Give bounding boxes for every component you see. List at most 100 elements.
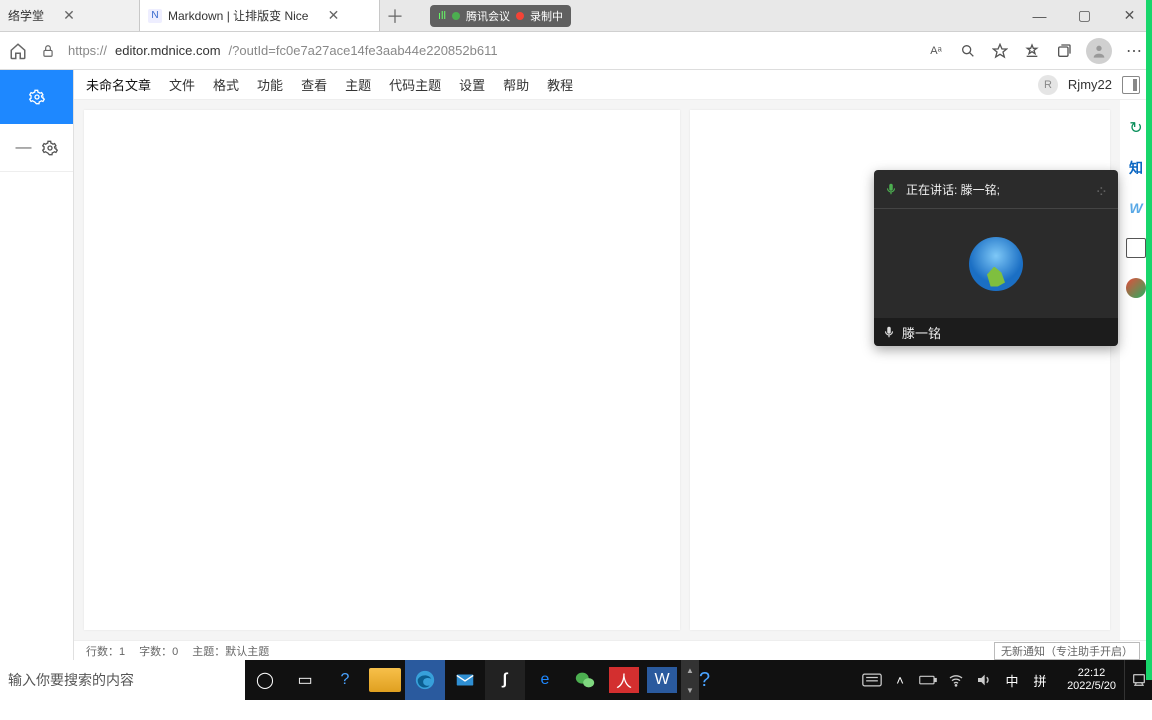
menu-theme[interactable]: 主题: [345, 75, 371, 94]
url-host: editor.mdnice.com: [115, 43, 221, 58]
gear-icon: [42, 140, 58, 156]
menu-settings[interactable]: 设置: [459, 75, 485, 94]
chevron-down-icon[interactable]: ▼: [686, 686, 694, 695]
ime-indicator[interactable]: 中: [999, 660, 1025, 700]
url-path: /?outId=fc0e7a27ace14fe3aab44e220852b611: [229, 43, 498, 58]
app-main: 未命名文章 文件 格式 功能 查看 主题 代码主题 设置 帮助 教程 R Rjm…: [74, 70, 1152, 660]
clock-date: 2022/5/20: [1067, 680, 1116, 693]
mic-icon: [882, 325, 896, 339]
editor-pane[interactable]: [84, 110, 680, 630]
help-icon[interactable]: ?: [325, 660, 365, 700]
lock-icon[interactable]: [38, 41, 58, 61]
user-badge[interactable]: R: [1038, 75, 1058, 95]
status-bar: 行数：1 字数：0 主题：默认主题 无新通知（专注助手开启）: [74, 640, 1152, 660]
status-theme: 主题：默认主题: [192, 643, 269, 659]
help-app-icon[interactable]: ?: [699, 669, 735, 692]
favorite-icon[interactable]: [990, 41, 1010, 61]
signal-icon: ıll: [438, 10, 446, 22]
status-chars: 字数：0: [139, 643, 178, 659]
meeting-float-window[interactable]: 正在讲话: 滕一铭; ⁘ 滕一铭: [874, 170, 1118, 346]
gear-icon: [29, 89, 45, 105]
address-bar-actions: Aᵃ ⋯: [926, 38, 1144, 64]
rail-item[interactable]: —: [0, 124, 73, 172]
panel-toggle-icon[interactable]: [1122, 76, 1140, 94]
meeting-status-pill[interactable]: ıll 腾讯会议 录制中: [430, 5, 571, 27]
collections-icon[interactable]: [1054, 41, 1074, 61]
weibo-icon[interactable]: W: [1126, 198, 1146, 218]
ime-mode[interactable]: 拼: [1027, 660, 1053, 700]
tray-chevron-up-icon[interactable]: ˄: [887, 660, 913, 700]
app-container: — 未命名文章 文件 格式 功能 查看 主题 代码主题 设置 帮助 教程 R R…: [0, 70, 1152, 660]
status-dot-green: [452, 12, 460, 20]
mail-icon[interactable]: [445, 660, 485, 700]
app-icon[interactable]: [1126, 278, 1146, 298]
left-rail: —: [0, 70, 74, 660]
ie-icon[interactable]: e: [525, 660, 565, 700]
username[interactable]: Rjmy22: [1068, 77, 1112, 92]
accent-stripe: [1146, 0, 1152, 680]
menu-view[interactable]: 查看: [301, 75, 327, 94]
app-icon[interactable]: ∫: [485, 660, 525, 700]
zhihu-icon[interactable]: 知: [1126, 158, 1146, 178]
monitor-icon[interactable]: [1126, 238, 1146, 258]
volume-icon[interactable]: [971, 660, 997, 700]
menu-function[interactable]: 功能: [257, 75, 283, 94]
keyboard-icon[interactable]: [859, 660, 885, 700]
chevron-up-icon[interactable]: ▲: [686, 666, 694, 675]
sync-icon[interactable]: ↻: [1126, 118, 1146, 138]
acrobat-icon[interactable]: 人: [609, 667, 639, 693]
edge-icon[interactable]: [405, 660, 445, 700]
new-tab-button[interactable]: ＋: [380, 0, 410, 31]
status-dot-red: [516, 12, 524, 20]
zoom-icon[interactable]: [958, 41, 978, 61]
url-input[interactable]: https:// editor.mdnice.com /?outId=fc0e7a2…: [68, 43, 916, 58]
wifi-icon[interactable]: [943, 660, 969, 700]
meeting-status-label: 录制中: [530, 8, 563, 24]
taskbar-search[interactable]: 输入你要搜索的内容: [0, 660, 245, 700]
reader-icon[interactable]: Aᵃ: [926, 41, 946, 61]
participant-avatar: [969, 237, 1023, 291]
taskbar-clock[interactable]: 22:12 2022/5/20: [1061, 667, 1122, 693]
participant-name: 滕一铭: [902, 323, 941, 342]
tab-title: 络学堂: [8, 7, 44, 24]
url-scheme: https://: [68, 43, 107, 58]
menu-tutorial[interactable]: 教程: [547, 75, 573, 94]
close-icon[interactable]: ✕: [62, 9, 76, 23]
more-icon[interactable]: ⁘: [1095, 182, 1110, 202]
tab-title: Markdown | 让排版变 Nice: [168, 7, 308, 24]
favorites-bar-icon[interactable]: [1022, 41, 1042, 61]
mic-icon: [884, 182, 898, 196]
more-icon[interactable]: ⋯: [1124, 41, 1144, 61]
menubar-right: R Rjmy22: [1038, 75, 1140, 95]
site-icon: N: [148, 9, 162, 23]
address-bar: https:// editor.mdnice.com /?outId=fc0e7a2…: [0, 32, 1152, 70]
window-controls: — ▢ ✕: [1017, 0, 1152, 31]
maximize-button[interactable]: ▢: [1062, 0, 1107, 31]
meeting-float-body: [874, 208, 1118, 318]
rail-top-panel[interactable]: [0, 70, 73, 124]
task-view-icon[interactable]: ▭: [285, 660, 325, 700]
system-tray: ˄ 中 拼 22:12 2022/5/20: [859, 660, 1152, 700]
file-explorer-icon[interactable]: [369, 668, 401, 692]
menu-code-theme[interactable]: 代码主题: [389, 75, 441, 94]
browser-tab-active[interactable]: N Markdown | 让排版变 Nice ✕: [140, 0, 380, 31]
menu-help[interactable]: 帮助: [503, 75, 529, 94]
profile-avatar[interactable]: [1086, 38, 1112, 64]
browser-tab[interactable]: 络学堂 ✕: [0, 0, 140, 31]
menu-format[interactable]: 格式: [213, 75, 239, 94]
search-placeholder: 输入你要搜索的内容: [8, 670, 134, 690]
meeting-app-label: 腾讯会议: [466, 8, 510, 24]
wechat-icon[interactable]: [565, 660, 605, 700]
minimize-button[interactable]: —: [1017, 0, 1062, 31]
speaking-label: 正在讲话: 滕一铭;: [906, 181, 1000, 198]
battery-icon[interactable]: [915, 660, 941, 700]
doc-title[interactable]: 未命名文章: [86, 75, 151, 94]
taskbar-apps: ◯ ▭ ? ∫ e 人 W: [245, 660, 681, 700]
app-menubar: 未命名文章 文件 格式 功能 查看 主题 代码主题 设置 帮助 教程 R Rjm…: [74, 70, 1152, 100]
menu-file[interactable]: 文件: [169, 75, 195, 94]
word-icon[interactable]: W: [647, 667, 677, 693]
cortana-icon[interactable]: ◯: [245, 660, 285, 700]
scroll-buttons[interactable]: ▲ ▼: [681, 660, 699, 700]
home-icon[interactable]: [8, 41, 28, 61]
close-icon[interactable]: ✕: [326, 9, 340, 23]
